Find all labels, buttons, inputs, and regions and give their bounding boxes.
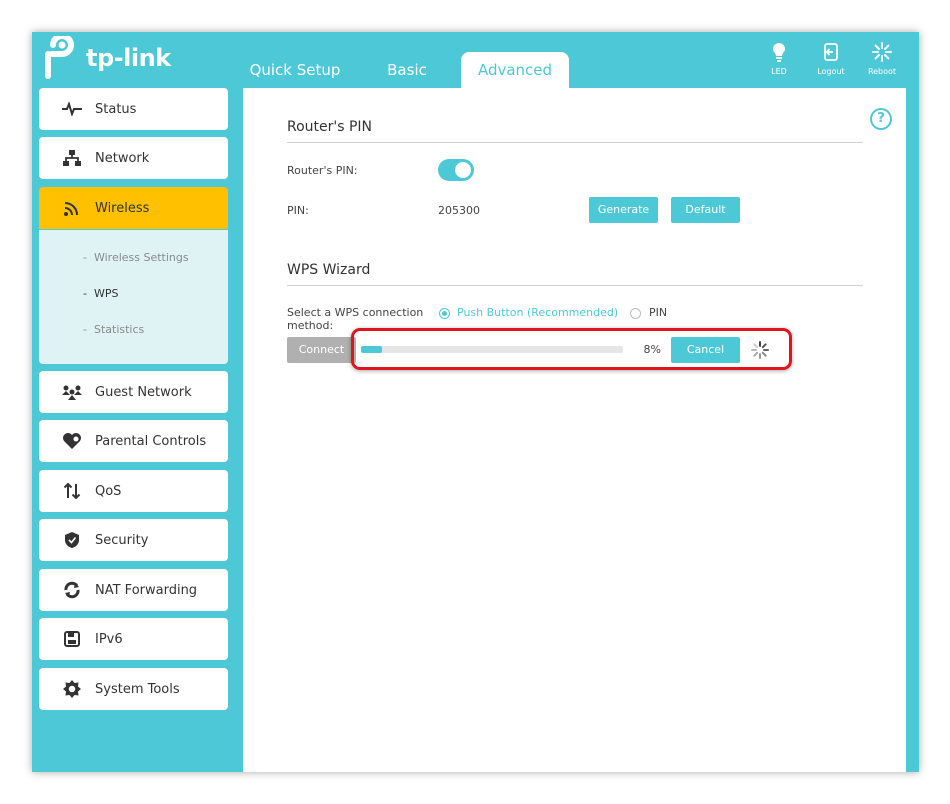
network-icon — [60, 146, 84, 170]
routers-pin-title: Router's PIN — [287, 119, 373, 135]
sidebar-item-label: NAT Forwarding — [95, 582, 198, 598]
sidebar-item-ipv6[interactable]: IPv6 — [39, 618, 228, 660]
brand-name: tp-link — [86, 44, 171, 72]
heart-icon — [60, 429, 84, 453]
sidebar-item-label: Security — [95, 532, 149, 548]
shield-icon — [60, 528, 84, 552]
connect-button[interactable]: Connect — [287, 337, 356, 363]
logout-label: Logout — [817, 67, 845, 76]
sidebar-item-label: IPv6 — [95, 631, 123, 647]
routers-pin-toggle-label: Router's PIN: — [287, 164, 358, 177]
sidebar-item-label: Parental Controls — [95, 433, 207, 449]
sidebar-item-label: Wireless — [95, 200, 150, 216]
led-button[interactable]: LED — [754, 42, 804, 76]
sidebar-item-wireless[interactable]: Wireless — [39, 187, 228, 229]
sidebar-item-security[interactable]: Security — [39, 519, 228, 561]
sidebar-item-parental-controls[interactable]: Parental Controls — [39, 420, 228, 462]
option-push-button-label: Push Button (Recommended) — [457, 306, 619, 319]
submenu-label: Wireless Settings — [93, 251, 189, 264]
sidebar-item-guest-network[interactable]: Guest Network — [39, 371, 228, 413]
led-label: LED — [771, 67, 787, 76]
content-panel: ? Router's PIN Router's PIN: PIN: 205300… — [243, 88, 906, 772]
tab-basic[interactable]: Basic — [372, 52, 442, 88]
bulb-icon — [773, 43, 785, 62]
guests-icon — [60, 380, 84, 404]
reboot-icon — [872, 42, 892, 62]
submenu-item-statistics[interactable]: - Statistics — [83, 323, 144, 336]
tab-quick-setup[interactable]: Quick Setup — [240, 52, 350, 88]
sidebar-item-qos[interactable]: QoS — [39, 470, 228, 512]
sidebar-item-label: Network — [95, 150, 150, 166]
arrows-updown-icon — [60, 479, 84, 503]
refresh-icon — [60, 578, 84, 602]
radio-pin[interactable] — [630, 308, 641, 319]
submenu-item-wps[interactable]: - WPS — [83, 287, 118, 300]
reboot-label: Reboot — [867, 67, 897, 76]
highlight-annotation — [351, 328, 792, 370]
logout-button[interactable]: Logout — [806, 42, 856, 76]
option-pin-label: PIN — [649, 306, 668, 319]
sidebar-item-label: QoS — [95, 483, 122, 499]
wifi-icon — [60, 196, 84, 220]
sidebar-item-status[interactable]: Status — [39, 88, 228, 130]
routers-pin-toggle[interactable] — [438, 159, 474, 181]
submenu-label: Statistics — [93, 323, 145, 336]
divider — [287, 285, 863, 286]
generate-button[interactable]: Generate — [589, 197, 658, 223]
sidebar-item-nat-forwarding[interactable]: NAT Forwarding — [39, 569, 228, 611]
reboot-button[interactable]: Reboot — [857, 42, 907, 76]
document-icon — [60, 627, 84, 651]
logout-icon — [824, 43, 838, 61]
sidebar-item-label: Guest Network — [95, 384, 192, 400]
pin-value: 205300 — [438, 204, 480, 217]
pin-label: PIN: — [287, 204, 309, 217]
pulse-icon — [60, 97, 84, 121]
tp-link-logo: tp-link — [38, 36, 171, 80]
radio-push-button[interactable] — [439, 308, 450, 319]
divider — [287, 142, 863, 143]
sidebar-item-label: System Tools — [95, 681, 180, 697]
sidebar-item-network[interactable]: Network — [39, 137, 228, 179]
help-icon[interactable]: ? — [870, 108, 892, 130]
gear-icon — [60, 677, 84, 701]
wireless-submenu: - Wireless Settings - WPS - Statistics — [39, 230, 228, 364]
wps-wizard-title: WPS Wizard — [287, 262, 371, 278]
toggle-knob — [455, 162, 471, 178]
tp-link-logo-icon — [45, 36, 74, 79]
sidebar-item-label: Status — [95, 101, 137, 117]
tab-advanced[interactable]: Advanced — [461, 52, 569, 88]
submenu-label: WPS — [93, 287, 119, 300]
submenu-item-wireless-settings[interactable]: - Wireless Settings — [83, 251, 189, 264]
sidebar-item-system-tools[interactable]: System Tools — [39, 668, 228, 710]
default-button[interactable]: Default — [671, 197, 740, 223]
router-admin-window: tp-link Quick Setup Basic Advanced LED L… — [32, 32, 919, 772]
